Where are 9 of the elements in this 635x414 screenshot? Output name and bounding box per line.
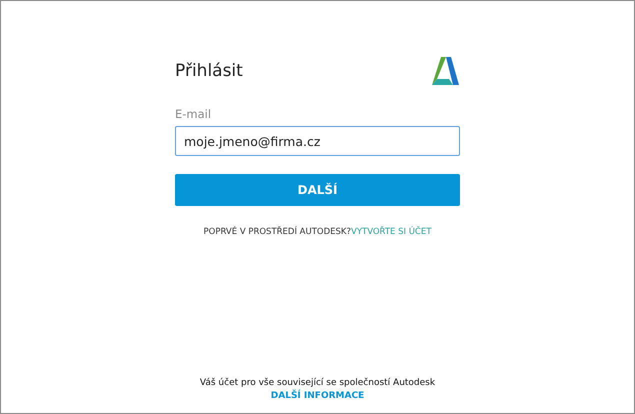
create-account-link[interactable]: VYTVOŘTE SI ÚČET xyxy=(351,227,432,237)
email-label: E-mail xyxy=(175,107,212,121)
footer-text: Váš účet pro vše související se společností Autodesk xyxy=(200,378,436,388)
next-button[interactable]: DALŠÍ xyxy=(175,174,460,206)
more-info-link[interactable]: DALŠÍ INFORMACE xyxy=(270,391,364,401)
signup-prompt: POPRVÉ V PROSTŘEDÍ AUTODESK? xyxy=(204,227,351,237)
sign-in-title: Přihlásit xyxy=(175,61,243,81)
email-field[interactable]: moje.jmeno@firma.cz xyxy=(175,126,460,156)
logo-icon xyxy=(431,57,459,85)
